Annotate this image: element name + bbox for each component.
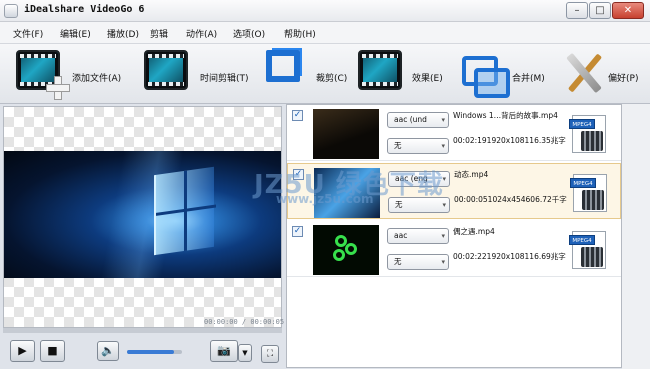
file-name: Windows 1…背后的故事.mp4: [453, 111, 558, 120]
tools-icon: [564, 50, 604, 94]
menu-clip[interactable]: 剪辑: [150, 27, 168, 40]
snapshot-camera-icon[interactable]: 📷: [210, 340, 238, 362]
close-button[interactable]: ✕: [612, 2, 644, 19]
fullscreen-icon[interactable]: ⛶: [261, 345, 279, 363]
watermark-url: www.jz5u.com: [276, 192, 374, 206]
add-file-button[interactable]: 添加文件(A) ▼: [16, 50, 150, 100]
preview-frame: [4, 151, 281, 278]
film-icon: [581, 247, 603, 267]
audio-track-select[interactable]: aac ▾: [387, 228, 449, 244]
audio-track-select[interactable]: aac (und ▾: [387, 112, 449, 128]
crop-icon: [266, 50, 300, 82]
film-icon: [582, 190, 604, 210]
video-thumbnail: [313, 225, 379, 275]
output-format-button[interactable]: MPEG4: [569, 231, 606, 269]
video-thumbnail: [313, 109, 379, 159]
effect-button[interactable]: 效果(E): [358, 50, 450, 98]
file-info: 00:02:221920x108116.69兆字: [453, 252, 566, 261]
file-name: 动态.mp4: [454, 170, 489, 179]
file-list: ✓ aac (und ▾ 无 ▾ Windows 1…背后的故事.mp4 00:02…: [286, 104, 622, 368]
volume-icon[interactable]: 🔈: [97, 341, 119, 361]
maximize-button[interactable]: □: [589, 2, 611, 19]
app-icon: [4, 4, 18, 18]
menu-action[interactable]: 动作(A): [186, 27, 217, 40]
video-preview: [3, 106, 282, 328]
volume-fill: [127, 350, 174, 354]
scissors-film-icon: [144, 50, 188, 90]
trim-label: 时间剪辑(T): [200, 74, 249, 84]
crop-label: 裁剪(C): [316, 74, 348, 84]
effect-label: 效果(E): [412, 74, 443, 84]
play-button[interactable]: ▶: [10, 340, 35, 362]
subtitle-select[interactable]: 无 ▾: [387, 138, 449, 154]
file-checkbox[interactable]: ✓: [292, 110, 303, 121]
menu-help[interactable]: 帮助(H): [284, 27, 316, 40]
magic-wand-icon: [358, 50, 402, 90]
menu-file[interactable]: 文件(F): [13, 27, 43, 40]
menu-bar: 文件(F) 编辑(E) 播放(D) 剪辑 动作(A) 选项(O) 帮助(H): [0, 22, 650, 44]
timecode: 00:00:00 / 00:00:05: [204, 318, 285, 326]
preferences-label: 偏好(P): [608, 74, 639, 84]
window-title: iDealshare VideoGo 6: [24, 4, 145, 15]
stop-button[interactable]: ■: [40, 340, 65, 362]
toolbar: 添加文件(A) ▼ 时间剪辑(T) 裁剪(C) 效果(E) 合并(M) 偏好(P…: [0, 44, 650, 104]
volume-slider[interactable]: [127, 350, 182, 354]
list-item[interactable]: ✓ aac ▾ 无 ▾ 偶之遇.mp4 00:02:221920x108116.69…: [287, 221, 621, 277]
right-gutter: [622, 104, 650, 369]
output-format-button[interactable]: MPEG4: [569, 115, 606, 153]
output-format-button[interactable]: MPEG4: [570, 174, 607, 212]
list-item[interactable]: ✓ aac (und ▾ 无 ▾ Windows 1…背后的故事.mp4 00:02…: [287, 105, 621, 161]
merge-icon: [462, 56, 510, 98]
crop-button[interactable]: 裁剪(C): [262, 50, 352, 98]
minimize-button[interactable]: –: [566, 2, 588, 19]
file-info: 00:00:051024x454606.72千字: [454, 195, 567, 204]
merge-button[interactable]: 合并(M): [460, 50, 550, 98]
add-file-label: 添加文件(A): [72, 74, 122, 84]
merge-label: 合并(M): [512, 74, 545, 84]
menu-edit[interactable]: 编辑(E): [60, 27, 91, 40]
subtitle-select[interactable]: 无 ▾: [387, 254, 449, 270]
trim-button[interactable]: 时间剪辑(T): [144, 50, 254, 98]
file-info: 00:02:191920x108116.35兆字: [453, 136, 566, 145]
snapshot-dropdown-icon[interactable]: ▼: [238, 344, 252, 362]
windows-logo-image: [154, 166, 214, 256]
menu-play[interactable]: 播放(D): [107, 27, 139, 40]
menu-options[interactable]: 选项(O): [233, 27, 265, 40]
file-name: 偶之遇.mp4: [453, 227, 495, 236]
plus-icon: [46, 76, 70, 100]
file-checkbox[interactable]: ✓: [292, 226, 303, 237]
film-icon: [581, 131, 603, 151]
progress-bar[interactable]: [3, 328, 282, 333]
preferences-button[interactable]: 偏好(P): [564, 50, 646, 98]
title-bar: iDealshare VideoGo 6 – □ ✕: [0, 0, 650, 22]
